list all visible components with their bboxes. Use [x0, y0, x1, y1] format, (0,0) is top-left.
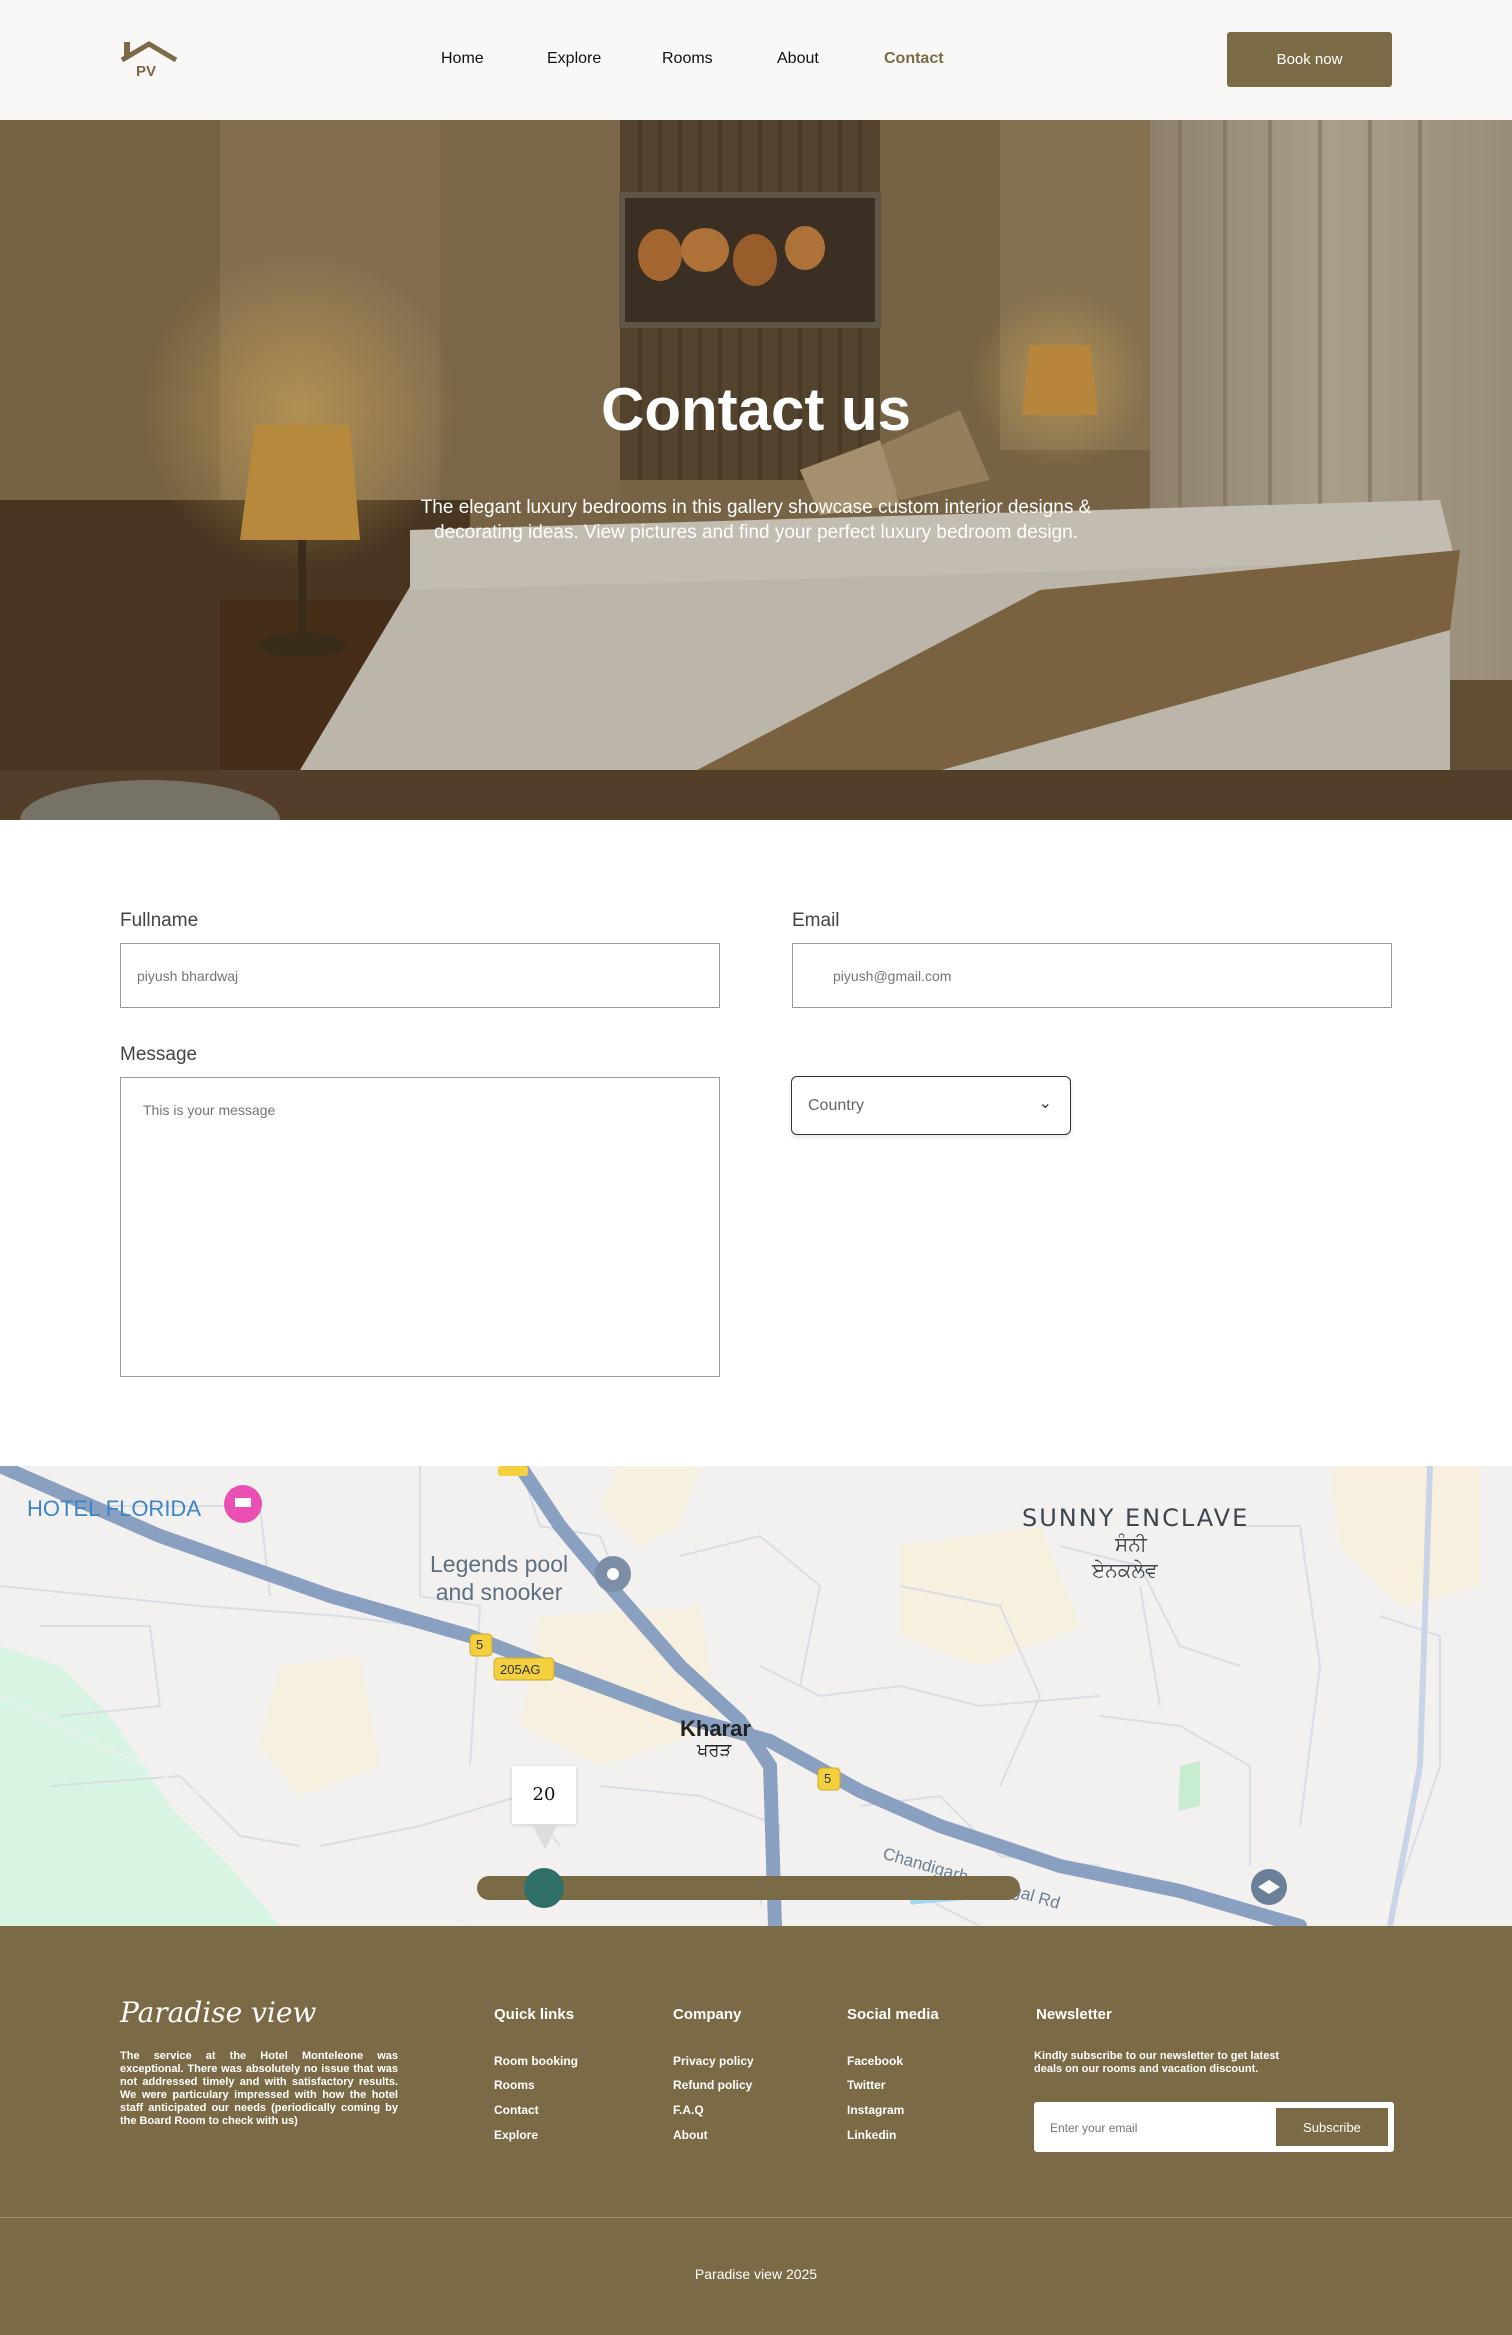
- map-label-pool-line1: Legends pool: [430, 1551, 569, 1577]
- map-label-hotel: HOTEL FLORIDA: [27, 1496, 201, 1521]
- country-select[interactable]: Country ⌄: [791, 1076, 1071, 1135]
- footer-link-about[interactable]: About: [673, 2128, 708, 2142]
- footer-link-room-booking[interactable]: Room booking: [494, 2054, 578, 2068]
- footer-link-facebook[interactable]: Facebook: [847, 2054, 903, 2068]
- footer-link-explore[interactable]: Explore: [494, 2128, 538, 2142]
- site-footer: Paradise view The service at the Hotel M…: [0, 1926, 1512, 2335]
- map-label-pool-line2: and snooker: [435, 1579, 563, 1605]
- map-canvas[interactable]: [0, 1466, 1512, 1926]
- map-label-pool: Legends pool and snooker: [430, 1550, 568, 1606]
- map-label-enclave-pa2: ਏਨਕਲੇਵ: [1092, 1558, 1158, 1582]
- hero-banner: Contact us The elegant luxury bedrooms i…: [0, 120, 1512, 820]
- country-select-value: Country: [808, 1097, 865, 1114]
- chevron-down-icon: ⌄: [1038, 1095, 1052, 1112]
- slider-value-bubble: 20: [512, 1766, 576, 1824]
- footer-link-contact[interactable]: Contact: [494, 2103, 539, 2117]
- footer-brand: Paradise view: [120, 1996, 317, 2029]
- hero-subtitle: The elegant luxury bedrooms in this gall…: [420, 497, 1092, 543]
- footer-link-faq[interactable]: F.A.Q: [673, 2103, 704, 2117]
- newsletter-title: Newsletter: [1036, 2006, 1112, 2023]
- map-shield-5b: 5: [824, 1771, 832, 1786]
- nav-home[interactable]: Home: [441, 50, 484, 68]
- map-shield-5a: 5: [476, 1637, 484, 1652]
- footer-link-linkedin[interactable]: Linkedin: [847, 2128, 896, 2142]
- map-slider-thumb[interactable]: [524, 1868, 564, 1908]
- newsletter-form: Subscribe: [1034, 2102, 1394, 2152]
- footer-link-rooms[interactable]: Rooms: [494, 2078, 535, 2092]
- footer-description: The service at the Hotel Monteleone was …: [120, 2050, 398, 2127]
- hero-title: Contact us: [600, 376, 912, 443]
- message-textarea[interactable]: [120, 1077, 720, 1377]
- map-label-enclave-pa1: ਸੰਨੀ: [1115, 1532, 1147, 1556]
- nav-explore[interactable]: Explore: [547, 50, 601, 68]
- company-title: Company: [673, 2006, 742, 2023]
- map-label-kharar-pa: ਖਰੜ: [697, 1740, 732, 1761]
- copyright-text: Paradise view 2025: [694, 2266, 818, 2282]
- footer-link-instagram[interactable]: Instagram: [847, 2103, 904, 2117]
- map-label-kharar: Kharar: [680, 1716, 751, 1741]
- book-now-button[interactable]: Book now: [1227, 32, 1392, 87]
- location-map[interactable]: HOTEL FLORIDA Legends pool and snooker S…: [0, 1466, 1512, 1926]
- slider-bubble-pointer: [532, 1824, 558, 1850]
- email-label: Email: [792, 910, 840, 931]
- footer-divider: [0, 2217, 1512, 2218]
- footer-link-refund[interactable]: Refund policy: [673, 2078, 752, 2092]
- newsletter-description: Kindly subscribe to our newsletter to ge…: [1034, 2050, 1280, 2075]
- nav-contact[interactable]: Contact: [884, 50, 944, 68]
- footer-link-twitter[interactable]: Twitter: [847, 2078, 885, 2092]
- map-shield-205ag: 205AG: [500, 1662, 541, 1677]
- newsletter-email-input[interactable]: [1050, 2116, 1270, 2140]
- site-header: PV Home Explore Rooms About Contact Book…: [0, 0, 1512, 120]
- fullname-input[interactable]: [120, 943, 720, 1008]
- hero-bedroom-image: [0, 120, 1512, 820]
- map-label-enclave: SUNNY ENCLAVE: [1022, 1504, 1250, 1532]
- subscribe-button[interactable]: Subscribe: [1276, 2108, 1388, 2146]
- footer-link-privacy[interactable]: Privacy policy: [673, 2054, 754, 2068]
- quick-links-title: Quick links: [494, 2006, 575, 2023]
- email-input[interactable]: [792, 943, 1392, 1008]
- fullname-label: Fullname: [120, 910, 199, 931]
- nav-rooms[interactable]: Rooms: [662, 50, 713, 68]
- message-label: Message: [120, 1044, 198, 1065]
- nav-about[interactable]: About: [777, 50, 819, 68]
- social-media-title: Social media: [847, 2006, 939, 2023]
